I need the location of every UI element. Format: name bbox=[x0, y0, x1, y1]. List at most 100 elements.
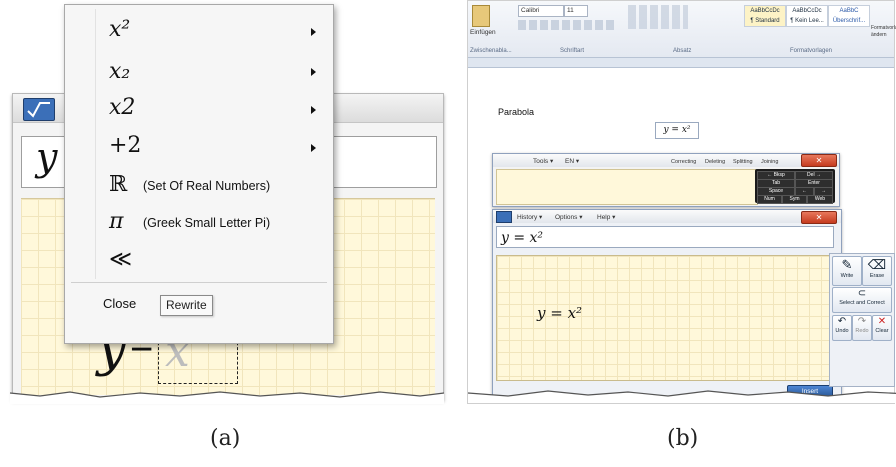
math-panel-toolbar: History ▾ Options ▾ Help ▾ ✕ bbox=[493, 210, 841, 224]
menu-item-label: +2 bbox=[109, 133, 142, 158]
mode-deleting[interactable]: Deleting bbox=[705, 159, 725, 165]
paste-icon[interactable] bbox=[472, 5, 490, 27]
format-buttons[interactable] bbox=[518, 20, 614, 30]
document-text[interactable]: Parabola bbox=[498, 107, 534, 117]
menu-item-x2[interactable]: x2 bbox=[65, 91, 333, 129]
redo-icon: ↷ bbox=[857, 316, 867, 327]
group-clipboard: Zwischenabla... bbox=[470, 48, 512, 54]
eraser-icon: ⌫ bbox=[867, 257, 887, 272]
redo-label: Redo bbox=[855, 328, 869, 334]
style-preview: AaBbCcDc bbox=[750, 8, 780, 14]
math-input-app-icon bbox=[496, 211, 512, 223]
handwritten-expression: y = x² bbox=[537, 304, 583, 322]
write-button[interactable]: ✎ Write bbox=[832, 256, 862, 286]
erase-label: Erase bbox=[869, 273, 885, 279]
recognized-preview-field[interactable]: y = x² bbox=[496, 226, 834, 248]
undo-button[interactable]: ↶ Undo bbox=[832, 315, 852, 341]
menu-item-real-numbers[interactable]: ℝ (Set Of Real Numbers) bbox=[65, 168, 333, 206]
select-correct-label: Select and Correct bbox=[839, 300, 885, 306]
double-chevron-left-icon: ≪ bbox=[109, 247, 133, 272]
menu-item-pi[interactable]: π (Greek Small Letter Pi) bbox=[65, 205, 333, 243]
undo-label: Undo bbox=[835, 328, 849, 334]
ruler[interactable] bbox=[468, 58, 894, 68]
correction-menu: x² x₂ x2 +2 ℝ (Set Of Real Numbers) π (G… bbox=[64, 4, 334, 344]
menu-item-label: x² bbox=[109, 17, 131, 42]
clear-icon: ✕ bbox=[877, 316, 887, 327]
handwriting-line[interactable] bbox=[496, 169, 758, 205]
mode-joining[interactable]: Joining bbox=[761, 159, 778, 165]
write-label: Write bbox=[840, 273, 854, 279]
submenu-arrow-icon bbox=[311, 28, 316, 36]
ribbon: Einfügen Calibri 11 AaBbCcDc ¶ Standard … bbox=[468, 1, 896, 58]
help-menu[interactable]: Help ▾ bbox=[597, 213, 615, 221]
panel-b: Einfügen Calibri 11 AaBbCcDc ¶ Standard … bbox=[455, 0, 896, 451]
group-font: Schriftart bbox=[560, 48, 585, 54]
style-standard[interactable]: AaBbCcDc ¶ Standard bbox=[744, 5, 786, 27]
style-heading[interactable]: AaBbC Überschrif... bbox=[828, 5, 870, 27]
change-styles-button[interactable]: Formatvorlagen ändern bbox=[871, 25, 896, 39]
menu-item-label: x₂ bbox=[109, 59, 131, 84]
writing-area[interactable]: y = x² bbox=[496, 255, 836, 381]
paste-label[interactable]: Einfügen bbox=[470, 29, 496, 36]
mini-keyboard: ← Bksp Del → Tab Enter Space ← → Num Sym… bbox=[755, 169, 835, 204]
key-sym[interactable]: Sym bbox=[782, 195, 807, 204]
caption-b: (b) bbox=[667, 426, 699, 451]
menu-item-plus-2[interactable]: +2 bbox=[65, 129, 333, 167]
style-preview: AaBbC bbox=[839, 8, 859, 14]
submenu-arrow-icon bbox=[311, 68, 316, 76]
group-paragraph: Absatz bbox=[673, 48, 692, 54]
group-styles: Formatvorlagen bbox=[790, 48, 833, 54]
select-correct-button[interactable]: ⊂ Select and Correct bbox=[832, 287, 892, 313]
history-menu[interactable]: History ▾ bbox=[517, 213, 542, 221]
menu-item-x-superscript-2[interactable]: x² bbox=[65, 13, 333, 51]
rewrite-tooltip: Rewrite bbox=[160, 295, 213, 316]
style-name: Überschrif... bbox=[832, 18, 866, 24]
mode-correcting[interactable]: Correcting bbox=[671, 159, 696, 165]
options-menu[interactable]: Options ▾ bbox=[555, 213, 582, 221]
menu-item-more[interactable]: ≪ bbox=[65, 243, 333, 281]
preview-text: y bbox=[36, 135, 58, 179]
pi-symbol: π bbox=[109, 209, 124, 234]
erase-button[interactable]: ⌫ Erase bbox=[862, 256, 892, 286]
style-no-spacing[interactable]: AaBbCcDc ¶ Kein Lee... bbox=[786, 5, 828, 27]
font-name-select[interactable]: Calibri bbox=[518, 5, 564, 17]
key-web[interactable]: Web bbox=[807, 195, 833, 204]
close-icon[interactable]: ✕ bbox=[801, 211, 837, 224]
math-input-panel: History ▾ Options ▾ Help ▾ ✕ y = x² y = … bbox=[492, 209, 842, 399]
inserted-equation[interactable]: y = x² bbox=[655, 122, 699, 139]
submenu-arrow-icon bbox=[311, 144, 316, 152]
menu-separator bbox=[71, 282, 327, 283]
paragraph-buttons[interactable] bbox=[628, 5, 688, 29]
clear-button[interactable]: ✕ Clear bbox=[872, 315, 892, 341]
menu-item-description: (Set Of Real Numbers) bbox=[143, 179, 271, 193]
tools-menu[interactable]: Tools ▾ bbox=[533, 157, 553, 165]
math-input-app-icon bbox=[23, 98, 55, 121]
close-menu-item[interactable]: Close bbox=[103, 296, 136, 311]
style-name: ¶ Kein Lee... bbox=[790, 18, 824, 24]
close-icon[interactable]: ✕ bbox=[801, 154, 837, 167]
menu-item-x-subscript-2[interactable]: x₂ bbox=[65, 53, 333, 91]
font-size-value: 11 bbox=[567, 7, 574, 14]
tool-panel: ✎ Write ⌫ Erase ⊂ Select and Correct ↶ U… bbox=[829, 253, 895, 387]
clear-label: Clear bbox=[875, 328, 889, 334]
menu-item-description: (Greek Small Letter Pi) bbox=[143, 216, 271, 230]
font-size-select[interactable]: 11 bbox=[564, 5, 588, 17]
lasso-icon: ⊂ bbox=[857, 288, 867, 299]
style-preview: AaBbCcDc bbox=[792, 8, 822, 14]
key-num[interactable]: Num bbox=[757, 195, 782, 204]
torn-edge bbox=[468, 390, 896, 403]
style-name: ¶ Standard bbox=[750, 18, 780, 24]
mode-splitting[interactable]: Splitting bbox=[733, 159, 753, 165]
submenu-arrow-icon bbox=[311, 106, 316, 114]
pen-icon: ✎ bbox=[841, 257, 853, 272]
font-name-value: Calibri bbox=[521, 7, 540, 14]
menu-item-label: x2 bbox=[109, 95, 136, 120]
text-input-panel: Tools ▾ EN ▾ Correcting Deleting Splitti… bbox=[492, 153, 840, 207]
real-numbers-symbol: ℝ bbox=[109, 172, 128, 197]
panel-a: y y = x 2 x² x₂ x2 +2 ℝ (Set O bbox=[0, 0, 450, 451]
language-menu[interactable]: EN ▾ bbox=[565, 157, 579, 165]
input-panel-toolbar: Tools ▾ EN ▾ Correcting Deleting Splitti… bbox=[493, 154, 839, 167]
redo-button[interactable]: ↷ Redo bbox=[852, 315, 872, 341]
caption-a: (a) bbox=[210, 426, 241, 451]
undo-icon: ↶ bbox=[837, 316, 847, 327]
